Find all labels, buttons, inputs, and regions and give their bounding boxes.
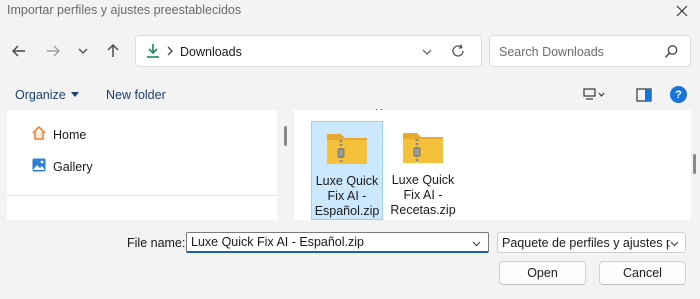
download-icon <box>145 43 161 62</box>
view-options-icon[interactable] <box>583 88 605 105</box>
chevron-down-icon[interactable] <box>471 238 482 252</box>
divider <box>7 195 277 196</box>
arrow-right-icon <box>45 43 61 62</box>
file-item[interactable]: Luxe Quick Fix AI - Español.zip <box>311 121 383 220</box>
close-icon[interactable] <box>672 1 692 21</box>
navigation-pane: Home Gallery <box>7 110 277 220</box>
sidebar-item-gallery[interactable]: Gallery <box>31 157 93 176</box>
address-path[interactable]: Downloads <box>180 45 242 59</box>
file-type-select[interactable]: Paquete de perfiles y ajustes pre <box>497 232 686 253</box>
file-name-line: Recetas.zip <box>390 203 456 217</box>
file-item[interactable]: Luxe Quick Fix AI - Recetas.zip <box>387 121 459 220</box>
file-name-field[interactable]: Luxe Quick Fix AI - Español.zip <box>186 232 489 253</box>
window-title: Importar perfiles y ajustes preestableci… <box>7 3 242 17</box>
forward-button[interactable] <box>42 41 64 63</box>
arrow-left-icon <box>11 43 27 62</box>
chevron-down-icon <box>669 238 680 252</box>
recent-locations-button[interactable] <box>72 41 94 63</box>
new-folder-button[interactable]: New folder <box>106 88 166 102</box>
preview-pane-icon[interactable] <box>636 88 652 105</box>
open-button[interactable]: Open <box>499 261 586 285</box>
file-name-label: File name: <box>127 236 186 250</box>
chevron-right-icon[interactable] <box>166 45 174 60</box>
cancel-button[interactable]: Cancel <box>599 261 686 285</box>
file-name-line: Español.zip <box>314 204 380 218</box>
sidebar-item-label: Home <box>53 127 87 142</box>
file-type-value: Paquete de perfiles y ajustes pre <box>502 236 670 250</box>
file-name-value[interactable]: Luxe Quick Fix AI - Español.zip <box>191 235 364 249</box>
file-list-scrollbar[interactable] <box>693 154 696 174</box>
help-button[interactable]: ? <box>670 86 687 103</box>
gallery-icon <box>31 157 47 176</box>
zip-folder-icon <box>326 129 368 168</box>
caret-down-icon <box>70 92 79 98</box>
file-name-line: Fix AI - <box>403 188 443 202</box>
chevron-down-icon <box>77 45 89 60</box>
address-bar[interactable]: Downloads <box>135 35 482 67</box>
refresh-icon[interactable] <box>450 43 466 62</box>
up-button[interactable] <box>102 41 124 63</box>
back-button[interactable] <box>8 41 30 63</box>
search-box[interactable]: Search Downloads <box>489 35 691 67</box>
navigation-pane-scrollbar[interactable] <box>284 126 287 146</box>
file-name-line: Luxe Quick <box>391 173 455 187</box>
sidebar-item-home[interactable]: Home <box>31 125 86 144</box>
organize-button[interactable]: Organize <box>15 88 79 102</box>
address-dropdown-icon[interactable] <box>421 46 433 61</box>
organize-label: Organize <box>15 88 66 102</box>
search-icon[interactable] <box>664 44 679 62</box>
home-icon <box>31 125 47 144</box>
clipped-header-glyph <box>375 104 383 110</box>
zip-folder-icon <box>402 128 444 167</box>
file-name-line: Luxe Quick <box>315 174 379 188</box>
arrow-up-icon <box>105 43 121 62</box>
file-list: Luxe Quick Fix AI - Español.zip Luxe Qui… <box>294 110 691 220</box>
title-bar: Importar perfiles y ajustes preestableci… <box>0 0 700 22</box>
sidebar-item-label: Gallery <box>53 159 93 174</box>
search-input[interactable]: Search Downloads <box>499 45 604 59</box>
file-name-line: Fix AI - <box>327 189 367 203</box>
